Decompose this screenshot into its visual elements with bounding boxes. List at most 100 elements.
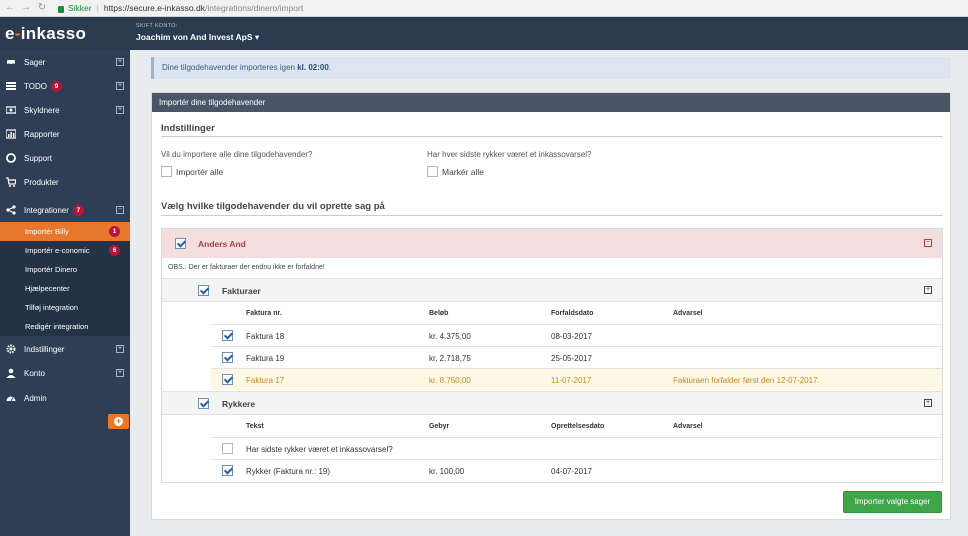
- billy-count-badge: 1: [109, 226, 120, 237]
- reload-icon[interactable]: ↻: [36, 2, 48, 14]
- sidebar-subitem-tilfoej-integration[interactable]: Tilføj integration: [0, 298, 130, 317]
- invoice-due-date: 25-05-2017: [551, 354, 592, 363]
- invoice-number: Faktura 18: [246, 332, 285, 341]
- debtor-name: Anders And: [198, 239, 246, 249]
- sidebar-item-todo[interactable]: TODO 9 +: [0, 74, 130, 98]
- sidebar-subitem-label: Tilføj integration: [25, 303, 79, 312]
- column-header-gebyr: Gebyr: [429, 423, 450, 430]
- invoice-row[interactable]: Faktura 19 kr. 2.718,75 25-05-2017: [211, 346, 942, 368]
- reminder-checkbox[interactable]: [222, 465, 233, 476]
- cart-icon: [6, 177, 16, 187]
- reminder-checkbox[interactable]: [222, 443, 233, 454]
- invoice-checkbox[interactable]: [222, 374, 233, 385]
- sidebar-subitem-importer-billy[interactable]: Importér Billy 1: [0, 222, 130, 241]
- logo[interactable]: e-inkasso: [0, 17, 130, 50]
- address-separator: |: [96, 3, 99, 13]
- overdue-notice: OBS.: Der er fakturaer der endnu ikke er…: [168, 264, 325, 271]
- sidebar-subitem-hjaelpecenter[interactable]: Hjælpecenter: [0, 279, 130, 298]
- sidebar-item-label: Produkter: [24, 177, 59, 187]
- column-header-oprettelsesdato: Oprettelsesdato: [551, 423, 605, 430]
- expand-icon[interactable]: +: [116, 82, 124, 90]
- alert-text: Dine tilgodehavender importeres igen: [162, 63, 298, 72]
- invoices-group-checkbox[interactable]: [198, 285, 209, 296]
- lifebuoy-icon: [6, 153, 16, 163]
- browser-toolbar: ← → ↻ Sikker | https://secure.e-inkasso.…: [0, 0, 968, 17]
- reminder-row[interactable]: Rykker (Faktura nr.: 19) kr. 100,00 04-0…: [211, 459, 942, 481]
- url-path: /integrations/dinero/import: [204, 3, 304, 13]
- expand-icon[interactable]: +: [116, 106, 124, 114]
- invoice-row-warning[interactable]: Faktura 17 kr. 8.750,00 11-07-2017 Faktu…: [211, 368, 942, 390]
- panel-title: Importér dine tilgodehavender: [152, 93, 950, 112]
- integrations-count-badge: 7: [72, 204, 84, 216]
- import-selected-button[interactable]: Importer valgte sager: [843, 491, 942, 513]
- invoice-row[interactable]: Faktura 18 kr. 4.375,00 08-03-2017: [211, 324, 942, 346]
- sidebar-subitem-label: Importér e-conomic: [25, 246, 90, 255]
- reminder-text: Har sidste rykker været et inkassovarsel…: [246, 445, 393, 454]
- sidebar-subitem-label: Importér Billy: [25, 227, 69, 236]
- invoice-amount: kr. 4.375,00: [429, 332, 471, 341]
- account-switch-label: SKIFT KONTO:: [136, 23, 178, 29]
- todo-count-badge: 9: [50, 80, 62, 92]
- collapse-invoices-icon[interactable]: +: [924, 286, 932, 294]
- forward-arrow-icon[interactable]: →: [20, 2, 32, 14]
- invoices-group-header: Fakturaer +: [162, 278, 942, 302]
- collapse-icon[interactable]: −: [116, 206, 124, 214]
- invoice-checkbox[interactable]: [222, 352, 233, 363]
- expand-icon[interactable]: +: [116, 369, 124, 377]
- sidebar-item-integrationer[interactable]: Integrationer 7 −: [0, 198, 130, 222]
- url-host: https://secure.e-inkasso.dk: [103, 3, 205, 13]
- sidebar-item-support[interactable]: Support: [0, 146, 130, 170]
- mark-all-question: Har hver sidste rykker været et inkassov…: [427, 150, 592, 159]
- sidebar-subitem-rediger-integration[interactable]: Redigér integration: [0, 317, 130, 336]
- sidebar-item-label: Rapporter: [24, 129, 60, 139]
- alert-suffix: .: [328, 63, 332, 72]
- back-arrow-icon[interactable]: ←: [4, 2, 16, 14]
- sidebar-item-produkter[interactable]: Produkter: [0, 170, 130, 194]
- expand-icon[interactable]: +: [116, 345, 124, 353]
- sidebar-subitem-label: Hjælpecenter: [25, 284, 70, 293]
- column-header-advarsel: Advarsel: [673, 423, 703, 430]
- sidebar-item-label: Skyldnere: [24, 105, 60, 115]
- invoice-warning: Fakturaen forfalder først den 12-07-2017…: [673, 376, 820, 385]
- money-icon: [6, 105, 16, 115]
- import-all-label: Importér alle: [176, 167, 224, 177]
- settings-title: Indstillinger: [161, 123, 215, 134]
- invoice-due-date: 11-07-2017: [551, 376, 592, 385]
- sidebar-item-sager[interactable]: Sager +: [0, 50, 130, 74]
- sidebar-item-rapporter[interactable]: Rapporter: [0, 122, 130, 146]
- expand-icon[interactable]: +: [116, 58, 124, 66]
- user-icon: [6, 368, 16, 378]
- reminders-group-checkbox[interactable]: [198, 398, 209, 409]
- sidebar-subitem-label: Importér Dinero: [25, 265, 78, 274]
- add-button[interactable]: +: [108, 414, 129, 429]
- invoice-checkbox[interactable]: [222, 330, 233, 341]
- reminder-row[interactable]: Har sidste rykker været et inkassovarsel…: [211, 437, 942, 459]
- reminder-date: 04-07-2017: [551, 467, 592, 476]
- collapse-debtor-icon[interactable]: −: [924, 239, 932, 247]
- sidebar-item-skyldnere[interactable]: Skyldnere +: [0, 98, 130, 122]
- lock-icon: [58, 5, 64, 13]
- import-all-checkbox[interactable]: [161, 166, 172, 177]
- sidebar-item-label: Indstillinger: [24, 344, 65, 354]
- address-bar[interactable]: Sikker | https://secure.e-inkasso.dk/int…: [58, 2, 303, 15]
- sidebar-item-label: Support: [24, 153, 53, 163]
- secure-label: Sikker: [68, 3, 92, 13]
- sidebar-subitem-importer-dinero[interactable]: Importér Dinero: [0, 260, 130, 279]
- import-schedule-alert: Dine tilgodehavender importeres igen kl.…: [151, 57, 951, 79]
- account-switcher[interactable]: Joachim von And Invest ApS ▾: [136, 32, 259, 43]
- sidebar-item-konto[interactable]: Konto +: [0, 361, 130, 385]
- sidebar-item-indstillinger[interactable]: Indstillinger +: [0, 337, 130, 361]
- collapse-reminders-icon[interactable]: +: [924, 399, 932, 407]
- list-icon: [6, 81, 16, 91]
- debtor-checkbox[interactable]: [175, 238, 186, 249]
- mark-all-checkbox[interactable]: [427, 166, 438, 177]
- sidebar-item-label: TODO: [24, 81, 47, 91]
- sidebar-item-label: Admin: [24, 393, 47, 403]
- sidebar-item-admin[interactable]: Admin: [0, 386, 130, 410]
- column-header-tekst: Tekst: [246, 423, 264, 430]
- chart-icon: [6, 129, 16, 139]
- sidebar-subitem-importer-economic[interactable]: Importér e-conomic 6: [0, 241, 130, 260]
- reminders-group-label: Rykkere: [222, 399, 256, 409]
- sidebar-item-label: Konto: [24, 368, 45, 378]
- sidebar-item-label: Integrationer: [24, 205, 69, 215]
